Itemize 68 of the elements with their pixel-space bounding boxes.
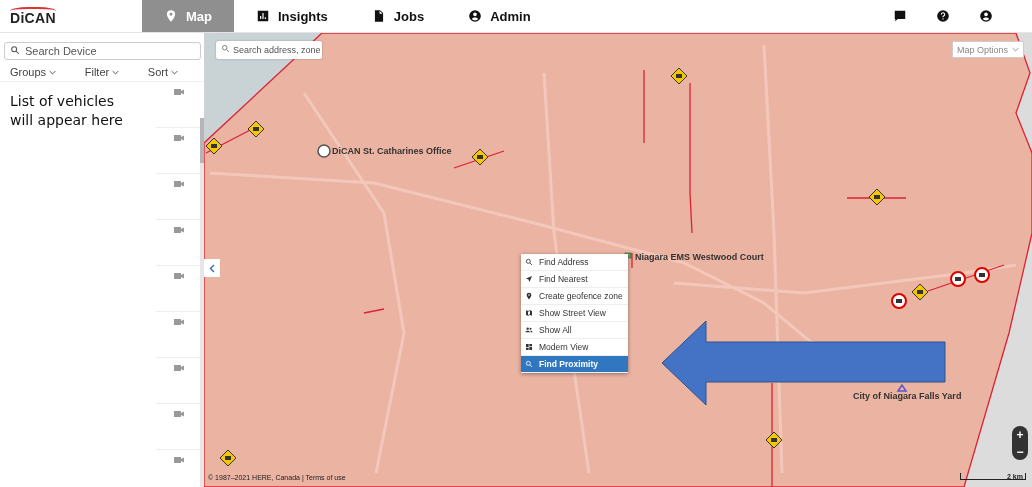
search-icon	[525, 360, 533, 368]
account-icon[interactable]	[978, 9, 993, 23]
search-icon	[525, 258, 533, 266]
warning-sign-icon[interactable]	[205, 137, 223, 155]
no-entry-icon[interactable]	[891, 293, 907, 309]
caret-icon	[171, 69, 178, 75]
bar-chart-icon	[256, 9, 270, 23]
camera-icon[interactable]	[172, 408, 185, 418]
device-search-field[interactable]: Search Device	[4, 42, 201, 60]
camera-icon[interactable]	[172, 316, 185, 326]
warning-sign-icon[interactable]	[868, 188, 886, 206]
context-menu-item[interactable]: Find Nearest	[521, 271, 628, 288]
camera-icon[interactable]	[172, 270, 185, 280]
filter-dropdown[interactable]: Sort	[147, 66, 178, 78]
navigation-arrow-icon	[525, 275, 533, 283]
place-label: City of Niagara Falls Yard	[853, 391, 962, 401]
user-icon	[468, 9, 483, 23]
folded-map-icon	[525, 309, 533, 317]
context-menu-item[interactable]: Create geofence zone	[521, 288, 628, 305]
warning-sign-icon[interactable]	[911, 283, 929, 301]
context-menu-item[interactable]: Find Proximity	[521, 356, 628, 373]
route-line	[631, 252, 633, 269]
no-entry-icon[interactable]	[974, 267, 990, 283]
route-line	[363, 308, 385, 314]
chevron-left-icon	[209, 263, 215, 273]
camera-icon[interactable]	[172, 132, 185, 142]
dican-logo: DiCAN	[10, 6, 56, 26]
address-search-field[interactable]: Search address, zone	[216, 41, 322, 59]
no-entry-icon[interactable]	[950, 271, 966, 287]
warning-sign-icon[interactable]	[471, 148, 489, 166]
office-marker-icon[interactable]	[317, 144, 331, 158]
filter-dropdown[interactable]: Groups	[10, 66, 57, 78]
context-menu-item[interactable]: Modern View	[521, 339, 628, 356]
context-menu-item[interactable]: Find Address	[521, 254, 628, 271]
context-menu-item[interactable]: Show Street View	[521, 305, 628, 322]
camera-icon[interactable]	[172, 224, 185, 234]
zoom-in-button[interactable]: +	[1012, 426, 1028, 443]
map-pin-icon	[525, 292, 533, 300]
camera-icon[interactable]	[172, 454, 185, 464]
filter-dropdown[interactable]: Filter	[84, 66, 120, 78]
depot-marker-icon[interactable]	[624, 252, 632, 259]
map-pin-icon	[164, 9, 178, 23]
zoom-out-button[interactable]: −	[1012, 443, 1028, 460]
people-icon	[525, 326, 533, 334]
camera-icon[interactable]	[172, 178, 185, 188]
place-label: DiCAN St. Catharines Office	[332, 146, 452, 156]
yard-marker-icon[interactable]	[896, 383, 908, 392]
warning-sign-icon[interactable]	[219, 449, 237, 467]
search-icon	[10, 45, 20, 55]
camera-icon[interactable]	[172, 362, 185, 372]
caret-icon	[49, 69, 57, 75]
chat-icon[interactable]	[892, 9, 907, 23]
route-line	[846, 197, 907, 199]
search-icon	[221, 44, 230, 53]
warning-sign-icon[interactable]	[765, 431, 783, 449]
caret-icon	[112, 69, 120, 75]
place-label: Niagara EMS Westwood Court	[635, 252, 764, 262]
warning-sign-icon[interactable]	[247, 120, 265, 138]
help-icon[interactable]	[935, 9, 950, 23]
caret-icon	[1012, 47, 1019, 52]
dashboard-icon	[525, 343, 533, 351]
context-menu-item[interactable]: Show All	[521, 322, 628, 339]
camera-icon[interactable]	[172, 86, 185, 96]
route-line	[453, 150, 505, 169]
empty-list-message: List of vehicles will appear here	[9, 92, 124, 130]
warning-sign-icon[interactable]	[670, 67, 688, 85]
map-options-dropdown[interactable]: Map Options	[952, 41, 1024, 58]
collapse-panel-button[interactable]	[204, 259, 220, 277]
